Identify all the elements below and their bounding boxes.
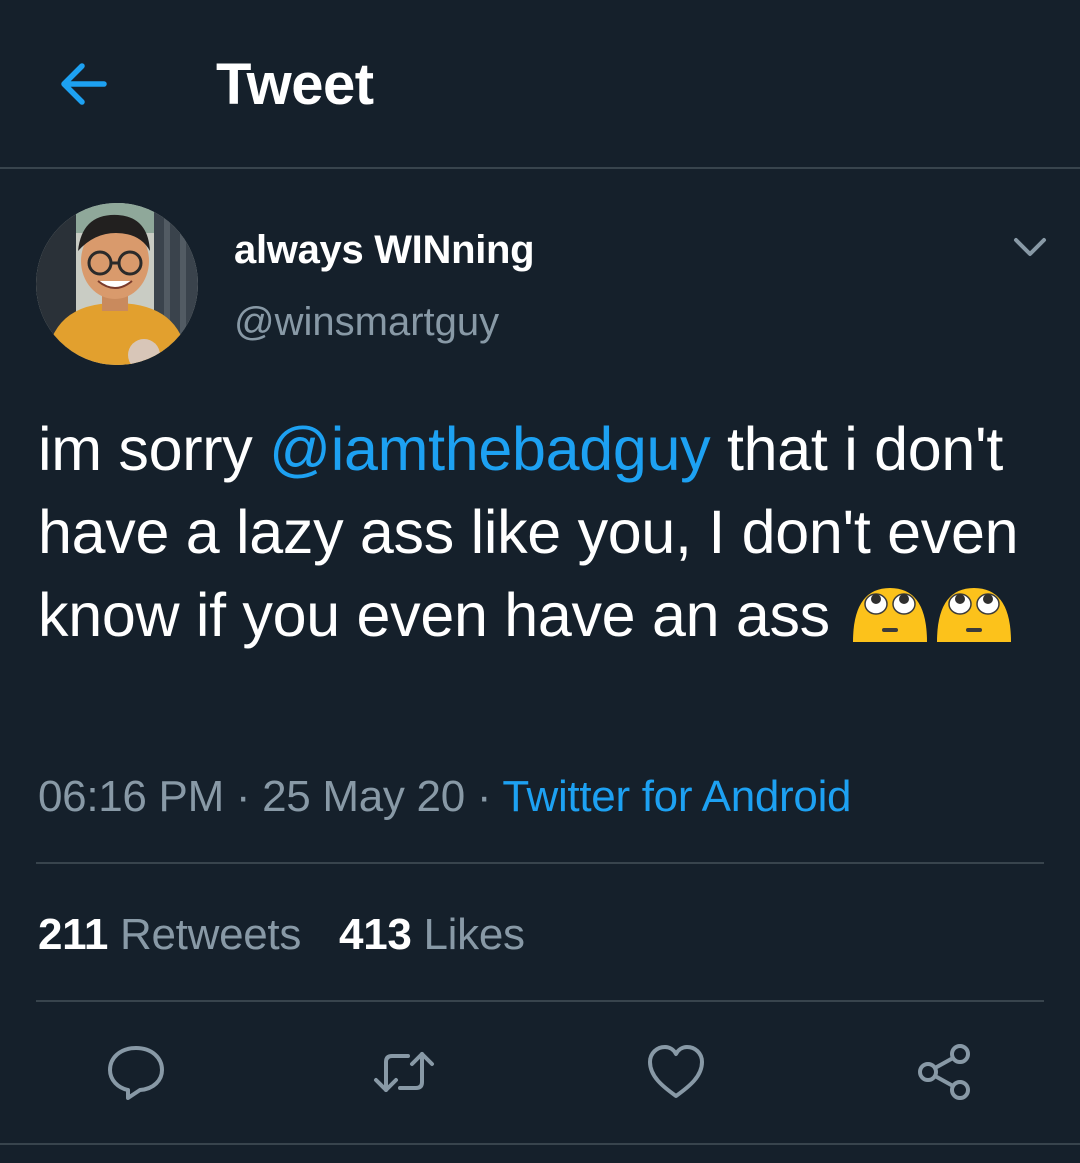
mention-link[interactable]: @iamthebadguy: [269, 415, 711, 483]
divider: [36, 862, 1044, 864]
back-button[interactable]: [52, 56, 116, 112]
tweet-stats: 211 Retweets 413 Likes: [38, 908, 525, 962]
heart-icon: [648, 1045, 704, 1098]
divider: [36, 1000, 1044, 1002]
tweet-source-link[interactable]: Twitter for Android: [502, 772, 851, 821]
share-button[interactable]: [912, 1040, 976, 1104]
likes-count: 413: [339, 910, 412, 959]
avatar[interactable]: [36, 203, 198, 365]
profile-photo: [36, 203, 198, 365]
chevron-down-icon: [1014, 238, 1046, 256]
share-icon: [918, 1044, 970, 1100]
tweet-time: 06:16 PM: [38, 772, 224, 821]
retweets-count: 211: [38, 910, 109, 959]
retweet-button[interactable]: [372, 1040, 436, 1104]
retweet-icon: [374, 1052, 434, 1092]
likes-stat[interactable]: 413 Likes: [339, 910, 525, 959]
author-display-name[interactable]: always WINning: [234, 226, 535, 274]
top-bar: Tweet: [0, 0, 1080, 169]
reply-icon: [108, 1046, 164, 1100]
arrow-left-icon: [61, 63, 107, 105]
retweets-stat[interactable]: 211 Retweets: [38, 910, 301, 959]
meta-separator: ·: [464, 772, 503, 821]
tweet-text-start: im sorry: [38, 415, 270, 483]
tweet-metadata: 06:16 PM · 25 May 20 · Twitter for Andro…: [38, 770, 852, 824]
rolling-eyes-emoji: [852, 588, 927, 642]
bottom-divider: [0, 1143, 1080, 1145]
retweets-label: Retweets: [120, 910, 302, 959]
likes-label: Likes: [423, 910, 526, 959]
page-title: Tweet: [216, 52, 374, 117]
meta-separator: ·: [223, 772, 263, 821]
tweet-menu-button[interactable]: [1008, 228, 1052, 264]
tweet-text: im sorry @iamthebadguy that i don't have…: [38, 408, 1048, 657]
rolling-eyes-emoji: [936, 588, 1011, 642]
reply-button[interactable]: [104, 1040, 168, 1104]
like-button[interactable]: [644, 1040, 708, 1104]
author-handle[interactable]: @winsmartguy: [234, 298, 499, 346]
tweet-date: 25 May 20: [262, 772, 465, 821]
